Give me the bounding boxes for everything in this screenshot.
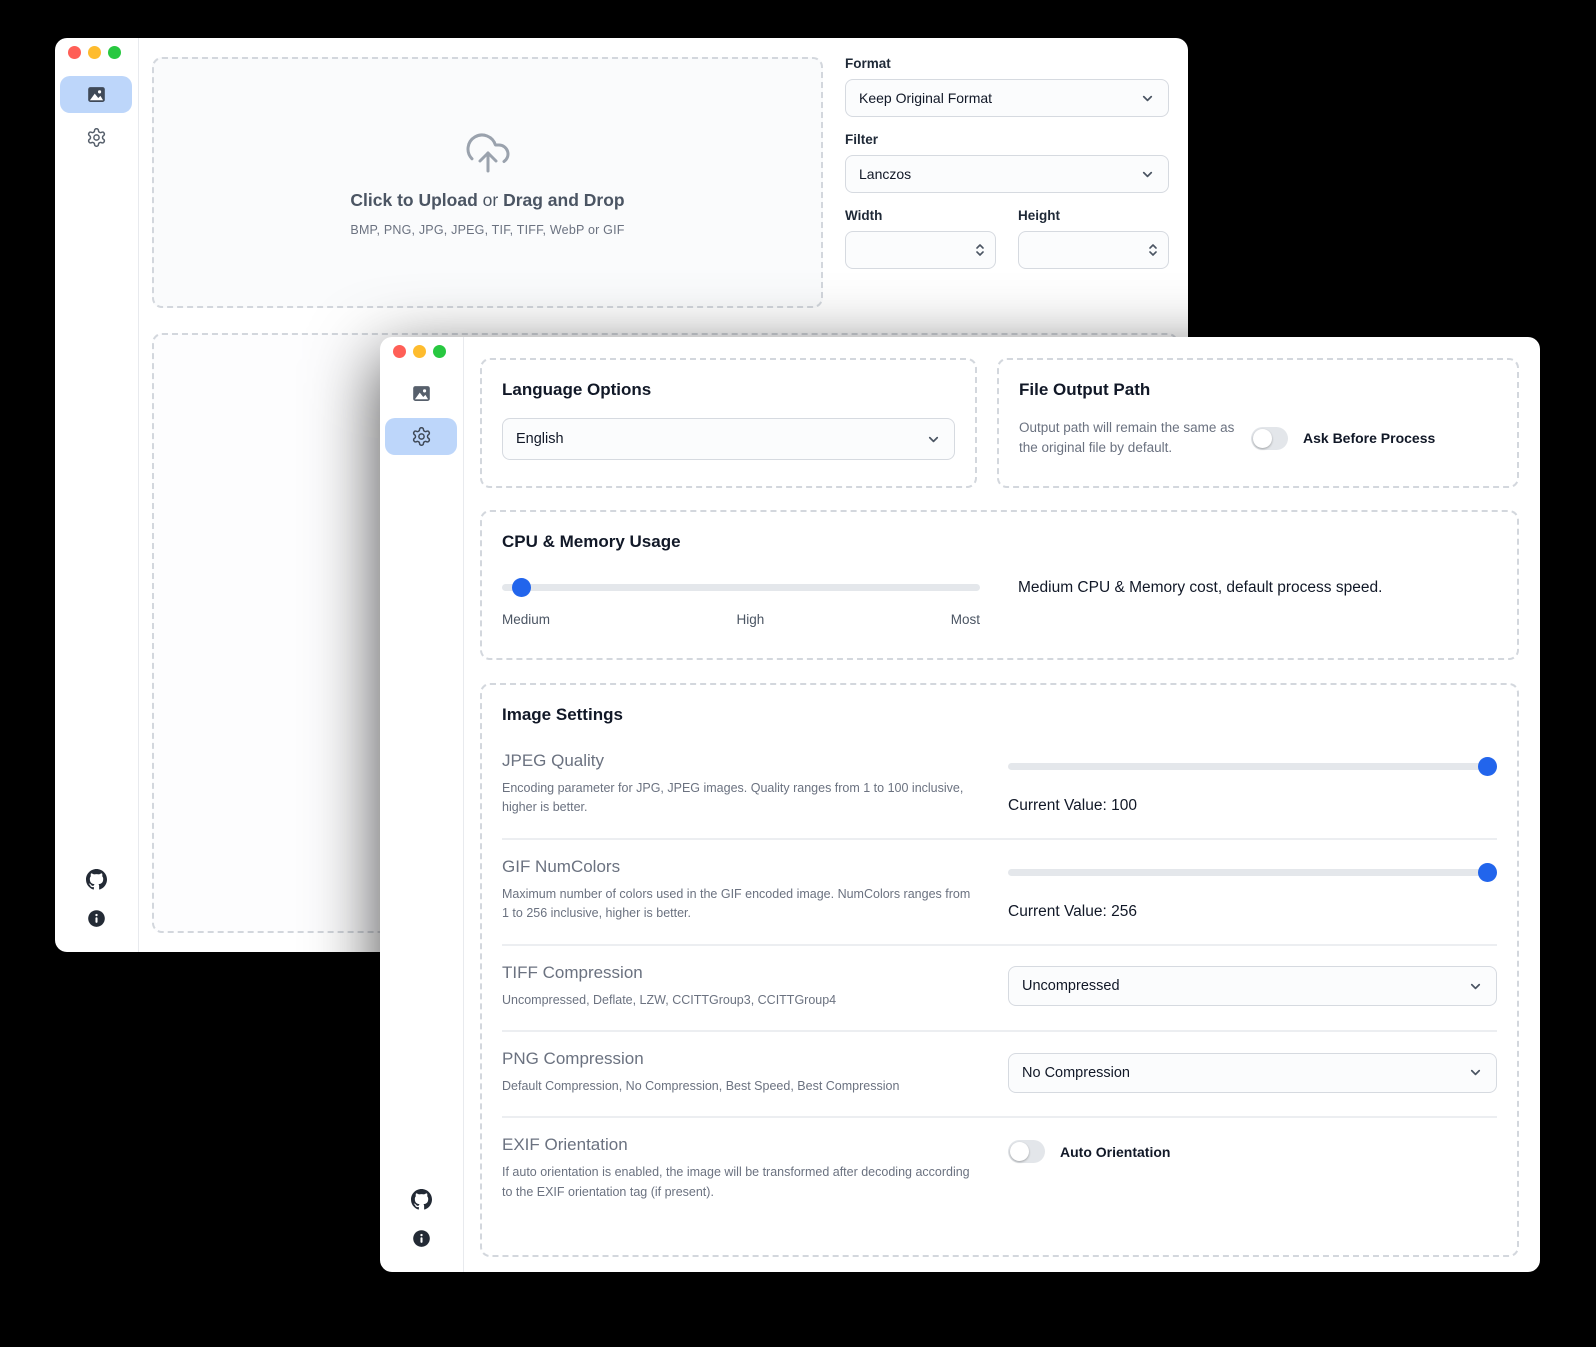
language-options-section: Language Options English <box>480 358 977 488</box>
auto-orientation-label: Auto Orientation <box>1060 1144 1170 1160</box>
image-icon <box>411 383 432 404</box>
sidebar-item-settings[interactable] <box>385 418 457 455</box>
cpu-memory-status: Medium CPU & Memory cost, default proces… <box>1018 579 1382 597</box>
close-button[interactable] <box>68 46 81 59</box>
gif-numcolors-label: GIF NumColors <box>502 857 978 877</box>
info-icon <box>87 909 106 928</box>
filter-label: Filter <box>845 132 1169 147</box>
github-icon <box>86 869 107 890</box>
minimize-button[interactable] <box>88 46 101 59</box>
close-button[interactable] <box>393 345 406 358</box>
window-controls <box>68 46 121 59</box>
width-label: Width <box>845 208 996 223</box>
jpeg-quality-current-value: Current Value: 100 <box>1008 797 1497 815</box>
height-input[interactable] <box>1018 231 1169 269</box>
fullscreen-button[interactable] <box>108 46 121 59</box>
conversion-options-panel: Format Keep Original Format Filter Lancz… <box>845 56 1169 269</box>
minimize-button[interactable] <box>413 345 426 358</box>
slider-track[interactable] <box>1008 869 1497 876</box>
gif-numcolors-slider[interactable] <box>1008 863 1497 882</box>
tiff-compression-row: TIFF Compression Uncompressed, Deflate, … <box>502 946 1497 1032</box>
png-compression-label: PNG Compression <box>502 1049 978 1069</box>
stepper-icon[interactable] <box>1147 242 1159 258</box>
ask-before-process-label: Ask Before Process <box>1303 430 1435 446</box>
image-settings-title: Image Settings <box>502 705 1497 725</box>
tick-medium: Medium <box>502 612 550 627</box>
about-button[interactable] <box>380 1229 462 1248</box>
sidebar-item-images[interactable] <box>385 375 457 412</box>
language-select-value: English <box>516 431 564 447</box>
stepper-icon[interactable] <box>974 242 986 258</box>
png-compression-select[interactable]: No Compression <box>1008 1053 1497 1093</box>
window-controls <box>393 345 446 358</box>
sidebar-item-images[interactable] <box>60 76 132 113</box>
about-button[interactable] <box>55 909 137 928</box>
exif-orientation-description: If auto orientation is enabled, the imag… <box>502 1163 978 1202</box>
cpu-memory-title: CPU & Memory Usage <box>502 532 1497 552</box>
fullscreen-button[interactable] <box>433 345 446 358</box>
png-compression-row: PNG Compression Default Compression, No … <box>502 1032 1497 1118</box>
cpu-slider-ticks: Medium High Most <box>502 612 980 627</box>
format-select-value: Keep Original Format <box>859 90 992 106</box>
slider-thumb[interactable] <box>512 578 531 597</box>
dropzone-title: Click to Upload or Drag and Drop <box>350 190 624 211</box>
output-path-description: Output path will remain the same as the … <box>1019 418 1251 459</box>
github-link[interactable] <box>55 869 137 890</box>
sidebar-item-settings[interactable] <box>60 119 132 156</box>
tiff-compression-label: TIFF Compression <box>502 963 978 983</box>
png-compression-value: No Compression <box>1022 1065 1130 1081</box>
settings-window: Language Options English File Output Pat… <box>380 337 1540 1272</box>
sidebar <box>380 337 464 1272</box>
jpeg-quality-row: JPEG Quality Encoding parameter for JPG,… <box>502 725 1497 840</box>
language-select[interactable]: English <box>502 418 955 460</box>
slider-thumb[interactable] <box>1478 863 1497 882</box>
gif-numcolors-description: Maximum number of colors used in the GIF… <box>502 885 978 924</box>
gear-icon <box>411 426 432 447</box>
tiff-compression-value: Uncompressed <box>1022 978 1120 994</box>
tick-most: Most <box>951 612 980 627</box>
jpeg-quality-slider[interactable] <box>1008 757 1497 776</box>
tiff-compression-description: Uncompressed, Deflate, LZW, CCITTGroup3,… <box>502 991 978 1010</box>
exif-orientation-label: EXIF Orientation <box>502 1135 978 1155</box>
image-icon <box>86 84 107 105</box>
file-output-path-title: File Output Path <box>1019 380 1497 400</box>
width-input[interactable] <box>845 231 996 269</box>
chevron-down-icon <box>1468 1065 1483 1080</box>
filter-select[interactable]: Lanczos <box>845 155 1169 193</box>
jpeg-quality-label: JPEG Quality <box>502 751 978 771</box>
sidebar <box>55 38 139 952</box>
chevron-down-icon <box>1140 91 1155 106</box>
gif-numcolors-row: GIF NumColors Maximum number of colors u… <box>502 840 1497 946</box>
image-settings-section: Image Settings JPEG Quality Encoding par… <box>480 683 1519 1257</box>
filter-select-value: Lanczos <box>859 166 911 182</box>
exif-orientation-row: EXIF Orientation If auto orientation is … <box>502 1118 1497 1222</box>
tiff-compression-select[interactable]: Uncompressed <box>1008 966 1497 1006</box>
tick-high: High <box>736 612 764 627</box>
format-label: Format <box>845 56 1169 71</box>
slider-track[interactable] <box>502 584 980 591</box>
png-compression-description: Default Compression, No Compression, Bes… <box>502 1077 978 1096</box>
format-select[interactable]: Keep Original Format <box>845 79 1169 117</box>
gif-numcolors-current-value: Current Value: 256 <box>1008 903 1497 921</box>
auto-orientation-toggle[interactable] <box>1008 1140 1045 1163</box>
upload-dropzone[interactable]: Click to Upload or Drag and Drop BMP, PN… <box>152 57 823 308</box>
language-options-title: Language Options <box>502 380 955 400</box>
file-output-path-section: File Output Path Output path will remain… <box>997 358 1519 488</box>
chevron-down-icon <box>1468 979 1483 994</box>
chevron-down-icon <box>926 432 941 447</box>
github-link[interactable] <box>380 1189 462 1210</box>
cpu-memory-section: CPU & Memory Usage Medium CPU & Memory c… <box>480 510 1519 660</box>
cloud-upload-icon <box>464 129 512 177</box>
height-label: Height <box>1018 208 1169 223</box>
chevron-down-icon <box>1140 167 1155 182</box>
supported-formats: BMP, PNG, JPG, JPEG, TIF, TIFF, WebP or … <box>350 223 624 237</box>
jpeg-quality-description: Encoding parameter for JPG, JPEG images.… <box>502 779 978 818</box>
github-icon <box>411 1189 432 1210</box>
info-icon <box>412 1229 431 1248</box>
slider-track[interactable] <box>1008 763 1497 770</box>
ask-before-process-toggle[interactable] <box>1251 427 1288 450</box>
gear-icon <box>86 127 107 148</box>
slider-thumb[interactable] <box>1478 757 1497 776</box>
cpu-memory-slider[interactable] <box>502 578 980 597</box>
